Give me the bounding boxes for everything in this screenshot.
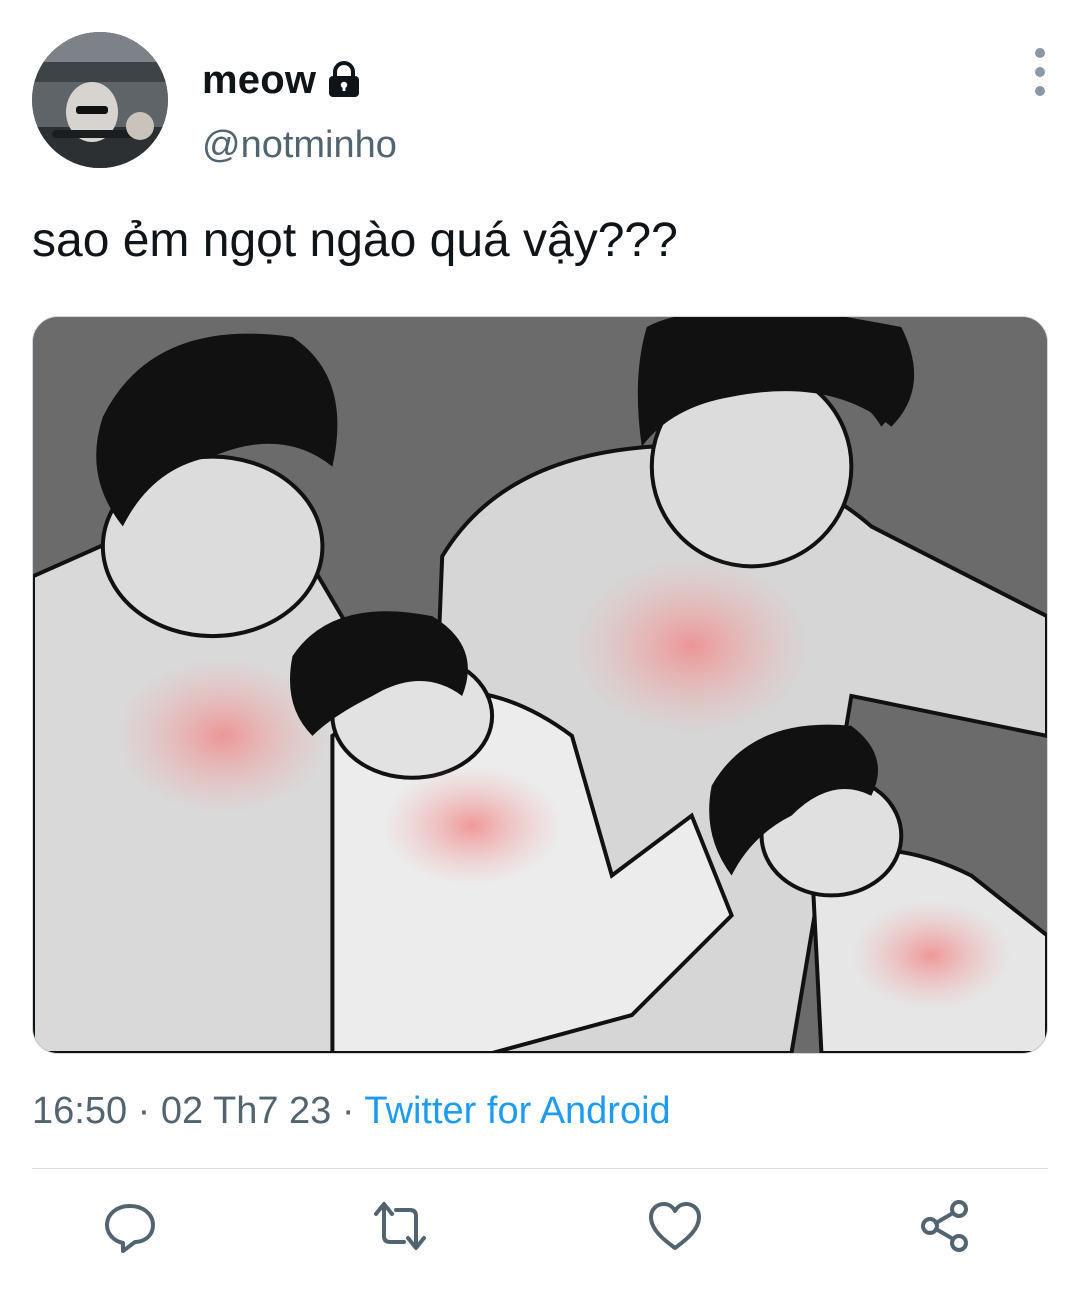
like-button[interactable]	[645, 1196, 705, 1256]
lock-icon	[326, 60, 362, 100]
tweet-source-link[interactable]: Twitter for Android	[364, 1090, 670, 1132]
tweet-detail: meow @notminho sao ẻm ngọt ngào quá vậy?…	[0, 0, 1080, 1298]
share-icon	[921, 1200, 968, 1252]
divider	[32, 1168, 1048, 1169]
retweet-button[interactable]	[370, 1196, 430, 1256]
comic-illustration	[33, 317, 1047, 1053]
heart-icon	[649, 1202, 701, 1250]
avatar-image	[32, 32, 168, 168]
more-vertical-icon-dot	[1035, 86, 1045, 96]
reply-icon	[105, 1204, 155, 1253]
tweet-time[interactable]: 16:50	[32, 1090, 127, 1132]
author-name-row[interactable]: meow	[202, 52, 362, 108]
more-options-button[interactable]	[1022, 48, 1058, 96]
tweet-text: sao ẻm ngọt ngào quá vậy???	[32, 214, 678, 267]
more-vertical-icon-dot	[1035, 67, 1045, 77]
reply-button[interactable]	[100, 1196, 160, 1256]
more-vertical-icon	[1035, 48, 1045, 58]
tweet-photo[interactable]	[32, 316, 1048, 1054]
meta-separator: ·	[137, 1090, 151, 1132]
tweet-actions	[0, 1196, 1080, 1260]
meta-separator-2: ·	[341, 1090, 355, 1132]
tweet-meta: 16:50 · 02 Th7 23 · Twitter for Android	[32, 1090, 671, 1133]
avatar[interactable]	[32, 32, 168, 168]
display-name[interactable]: meow	[202, 58, 316, 103]
tweet-date[interactable]: 02 Th7 23	[161, 1090, 331, 1132]
retweet-icon	[374, 1202, 426, 1250]
username[interactable]: @notminho	[202, 124, 397, 167]
share-button[interactable]	[915, 1196, 975, 1256]
